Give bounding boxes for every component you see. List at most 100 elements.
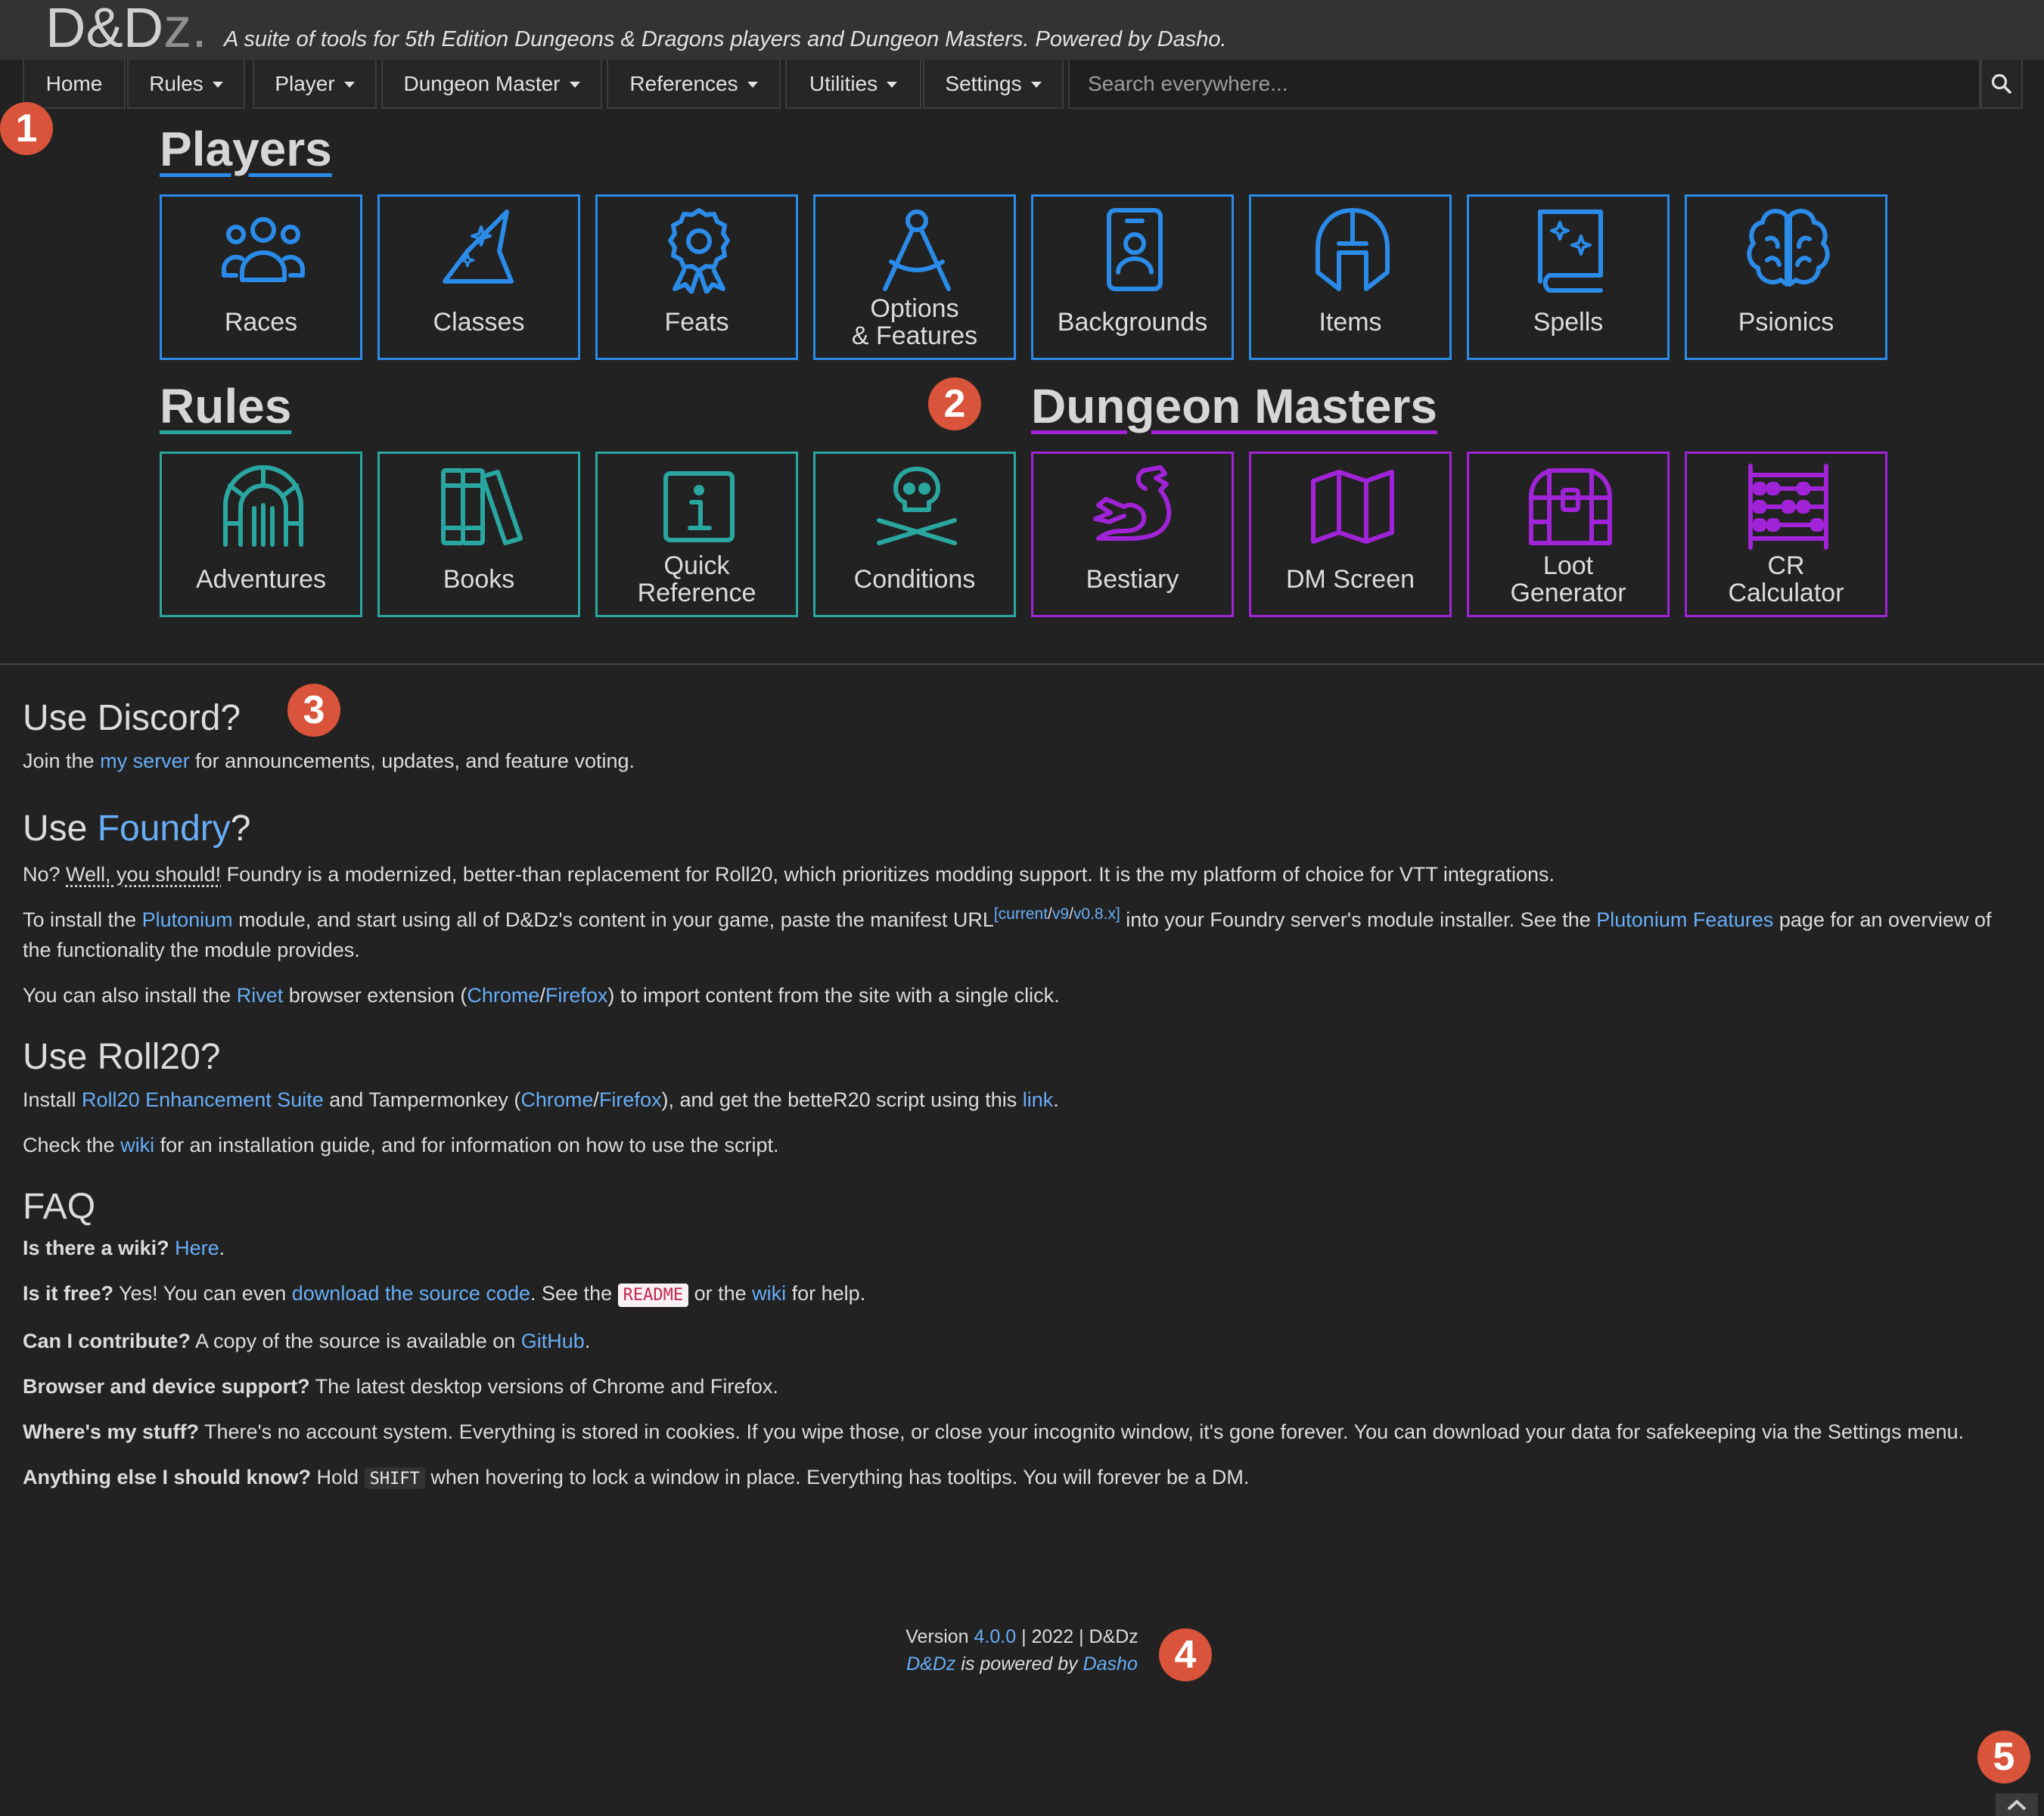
faq-wiki-link[interactable]: wiki: [752, 1282, 786, 1305]
text: is powered by: [955, 1653, 1083, 1675]
nav-player-dropdown[interactable]: Player: [253, 60, 377, 109]
site-header: D&Dz. A suite of tools for 5th Edition D…: [0, 0, 2044, 60]
tile-races[interactable]: Races: [160, 194, 362, 360]
tile-psionics[interactable]: Psionics: [1685, 194, 1887, 360]
dungeon-masters-heading[interactable]: Dungeon Masters: [1031, 378, 1437, 434]
text: for announcements, updates, and feature …: [189, 750, 635, 772]
nav-references-label: References: [629, 71, 738, 95]
dasho-link[interactable]: Dasho: [1083, 1653, 1138, 1675]
manifest-v9-link[interactable]: v9: [1052, 905, 1069, 923]
text: into your Foundry server's module instal…: [1120, 908, 1597, 931]
tampermonkey-chrome-link[interactable]: Chrome: [520, 1088, 593, 1111]
text: Foundry is a modernized, better-than rep…: [221, 863, 1555, 886]
scroll-to-top-button[interactable]: [1996, 1793, 2038, 1816]
text: browser extension (: [283, 984, 468, 1007]
tile-label: Spells: [1533, 308, 1604, 337]
faq-question: Browser and device support?: [23, 1375, 310, 1398]
site-tagline: A suite of tools for 5th Edition Dungeon…: [224, 27, 1227, 51]
search-input[interactable]: [1088, 71, 1979, 96]
discord-server-link[interactable]: my server: [100, 750, 190, 772]
roll20-wiki-link[interactable]: wiki: [120, 1134, 154, 1156]
tile-cr-calculator[interactable]: CR Calculator: [1685, 452, 1887, 617]
nav-settings-label: Settings: [945, 71, 1022, 95]
wiki-here-link[interactable]: Here: [175, 1237, 219, 1259]
tile-label: Backgrounds: [1057, 308, 1208, 337]
version-link[interactable]: 4.0.0: [974, 1626, 1017, 1647]
shift-key: SHIFT: [364, 1467, 425, 1491]
tile-dm-screen[interactable]: DM Screen: [1249, 452, 1452, 617]
search-button[interactable]: [1980, 60, 2023, 109]
rivet-link[interactable]: Rivet: [237, 984, 284, 1007]
tile-bestiary[interactable]: Bestiary: [1031, 452, 1234, 617]
site-logo[interactable]: D&Dz.: [45, 0, 207, 60]
footer-brand-link[interactable]: D&Dz: [906, 1653, 955, 1675]
search-box: [1068, 60, 1980, 109]
nav-rules-dropdown[interactable]: Rules: [127, 60, 245, 109]
text: Version: [906, 1626, 974, 1647]
text: The latest desktop versions of Chrome an…: [309, 1375, 778, 1398]
rivet-chrome-link[interactable]: Chrome: [467, 984, 539, 1007]
chevron-up-icon: [2007, 1799, 2027, 1811]
nav-settings-dropdown[interactable]: Settings: [923, 60, 1064, 109]
text: A copy of the source is available on: [191, 1330, 521, 1352]
text: Yes! You can even: [113, 1282, 292, 1305]
tile-options-features[interactable]: Options & Features: [813, 194, 1016, 360]
tampermonkey-firefox-link[interactable]: Firefox: [599, 1088, 662, 1111]
tile-feats[interactable]: Feats: [595, 194, 798, 360]
tile-items[interactable]: Items: [1249, 194, 1452, 360]
download-source-link[interactable]: download the source code: [292, 1282, 530, 1305]
tile-backgrounds[interactable]: Backgrounds: [1031, 194, 1234, 360]
roll20-enhancement-suite-link[interactable]: Roll20 Enhancement Suite: [82, 1088, 324, 1111]
tile-classes[interactable]: Classes: [377, 194, 580, 360]
tile-label: Races: [224, 308, 298, 337]
text: module, and start using all of D&Dz's co…: [232, 908, 994, 931]
helmet-icon: [1316, 208, 1390, 291]
manifest-current-link[interactable]: [current: [994, 905, 1048, 923]
tile-label: CR Calculator: [1728, 551, 1844, 607]
text: | 2022 | D&Dz: [1016, 1626, 1138, 1647]
readme-code: README: [617, 1284, 689, 1307]
foundry-paragraph-3: You can also install the Rivet browser e…: [23, 980, 2005, 1010]
text: ), and get the betteR20 script using thi…: [661, 1088, 1023, 1111]
foundry-link[interactable]: Foundry: [98, 809, 231, 849]
players-heading[interactable]: Players: [160, 121, 332, 177]
faq-question: Can I contribute?: [23, 1330, 191, 1352]
tile-loot-generator[interactable]: Loot Generator: [1467, 452, 1670, 617]
plutonium-features-link[interactable]: Plutonium Features: [1596, 908, 1773, 931]
spellbook-icon: [1538, 210, 1603, 293]
nav-rules-label: Rules: [149, 71, 203, 95]
rules-heading[interactable]: Rules: [160, 378, 291, 434]
text: Hold: [311, 1466, 365, 1488]
text: for an installation guide, and for infor…: [154, 1134, 779, 1156]
nav-player-label: Player: [275, 71, 335, 95]
tile-label: Classes: [433, 308, 525, 337]
text: for help.: [786, 1282, 866, 1305]
nav-utilities-dropdown[interactable]: Utilities: [785, 60, 921, 109]
tile-label: Conditions: [853, 565, 976, 594]
rivet-firefox-link[interactable]: Firefox: [545, 984, 608, 1007]
info-icon: [663, 471, 735, 542]
text: There's no account system. Everything is…: [198, 1420, 1965, 1443]
plutonium-link[interactable]: Plutonium: [142, 908, 233, 931]
nav-dungeon-master-dropdown[interactable]: Dungeon Master: [381, 60, 602, 109]
tile-conditions[interactable]: Conditions: [813, 452, 1016, 617]
manifest-v08-link[interactable]: v0.8.x]: [1073, 905, 1120, 923]
tile-books[interactable]: Books: [377, 452, 580, 617]
nav-dungeon-master-label: Dungeon Master: [403, 71, 561, 95]
tile-label: Adventures: [196, 565, 326, 594]
main-navbar: Home Rules Player Dungeon Master Referen…: [0, 60, 2044, 110]
discord-heading: Use Discord?: [23, 698, 241, 738]
nav-home[interactable]: Home: [23, 60, 126, 109]
faq-item-free: Is it free? Yes! You can even download t…: [23, 1278, 2005, 1311]
text: Use: [23, 809, 98, 849]
well-you-should-tooltip[interactable]: Well, you should!: [66, 863, 221, 886]
tile-adventures[interactable]: Adventures: [160, 452, 362, 617]
nav-references-dropdown[interactable]: References: [607, 60, 781, 109]
github-link[interactable]: GitHub: [521, 1330, 585, 1352]
faq-item-wiki: Is there a wiki? Here.: [23, 1233, 2005, 1263]
tile-quick-reference[interactable]: Quick Reference: [595, 452, 798, 617]
better20-script-link[interactable]: link: [1023, 1088, 1054, 1111]
text: Join the: [23, 750, 101, 772]
text: Install: [23, 1088, 82, 1111]
tile-spells[interactable]: Spells: [1467, 194, 1670, 360]
